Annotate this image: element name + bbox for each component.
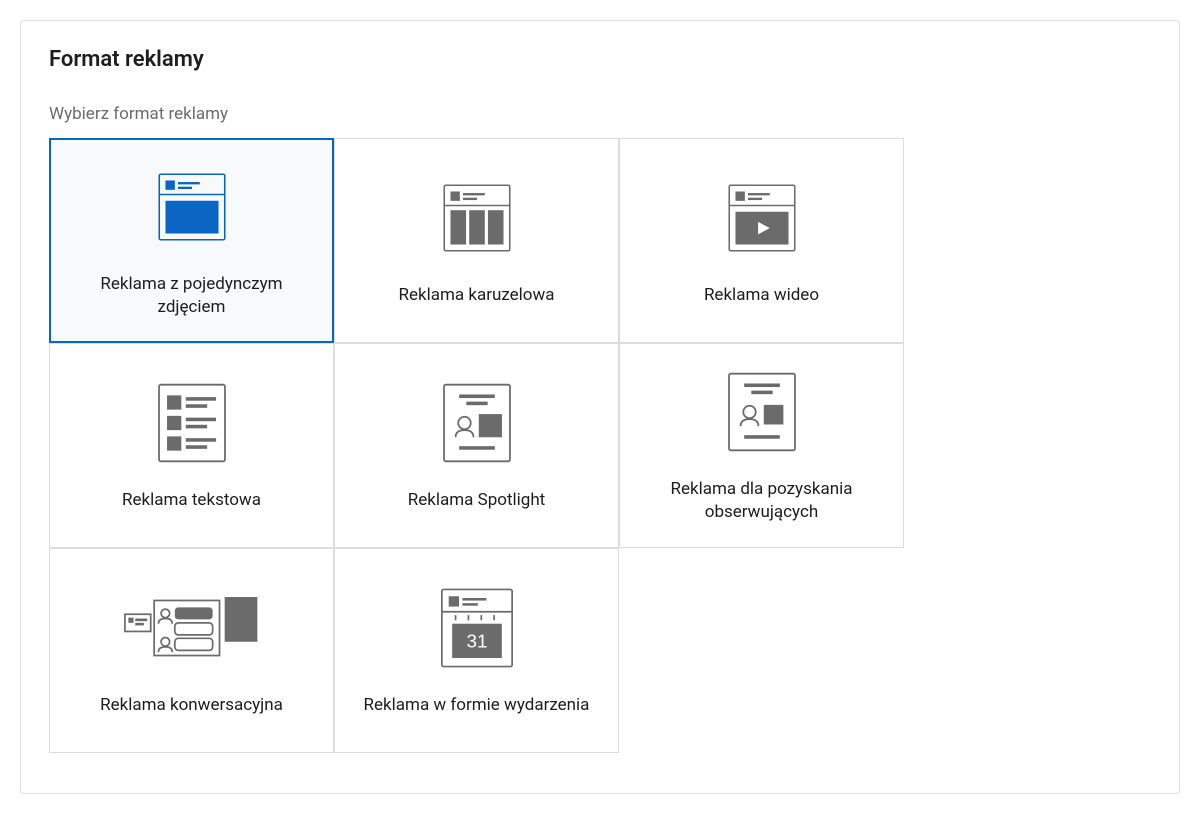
ad-format-panel: Format reklamy Wybierz format reklamy Re…: [20, 20, 1180, 794]
card-label: Reklama w formie wydarzenia: [364, 694, 590, 717]
card-label: Reklama Spotlight: [408, 489, 546, 512]
format-grid: Reklama z pojedynczym zdjęciem Reklama k…: [49, 138, 1151, 753]
card-label: Reklama konwersacyjna: [100, 694, 283, 717]
conversation-ad-icon: [122, 584, 262, 672]
card-label: Reklama wideo: [704, 284, 819, 307]
panel-subtitle: Wybierz format reklamy: [49, 104, 1151, 124]
card-event[interactable]: 31 Reklama w formie wydarzenia: [334, 548, 619, 753]
panel-title: Format reklamy: [49, 47, 1151, 72]
card-carousel[interactable]: Reklama karuzelowa: [334, 138, 619, 343]
card-label: Reklama karuzelowa: [398, 284, 554, 307]
card-follower[interactable]: Reklama dla pozyskania obserwujących: [619, 343, 904, 548]
carousel-ad-icon: [438, 174, 516, 262]
card-label: Reklama z pojedynczym zdjęciem: [67, 273, 317, 319]
card-single-image[interactable]: Reklama z pojedynczym zdjęciem: [49, 138, 334, 343]
event-ad-icon: 31: [438, 584, 516, 672]
single-image-ad-icon: [153, 163, 231, 251]
spotlight-ad-icon: [441, 379, 513, 467]
card-spotlight[interactable]: Reklama Spotlight: [334, 343, 619, 548]
follower-ad-icon: [726, 368, 798, 456]
card-text[interactable]: Reklama tekstowa: [49, 343, 334, 548]
video-ad-icon: [723, 174, 801, 262]
card-conversation[interactable]: Reklama konwersacyjna: [49, 548, 334, 753]
card-label: Reklama tekstowa: [122, 489, 261, 512]
text-ad-icon: [156, 379, 228, 467]
card-video[interactable]: Reklama wideo: [619, 138, 904, 343]
card-label: Reklama dla pozyskania obserwujących: [637, 478, 887, 524]
svg-text:31: 31: [466, 631, 487, 652]
